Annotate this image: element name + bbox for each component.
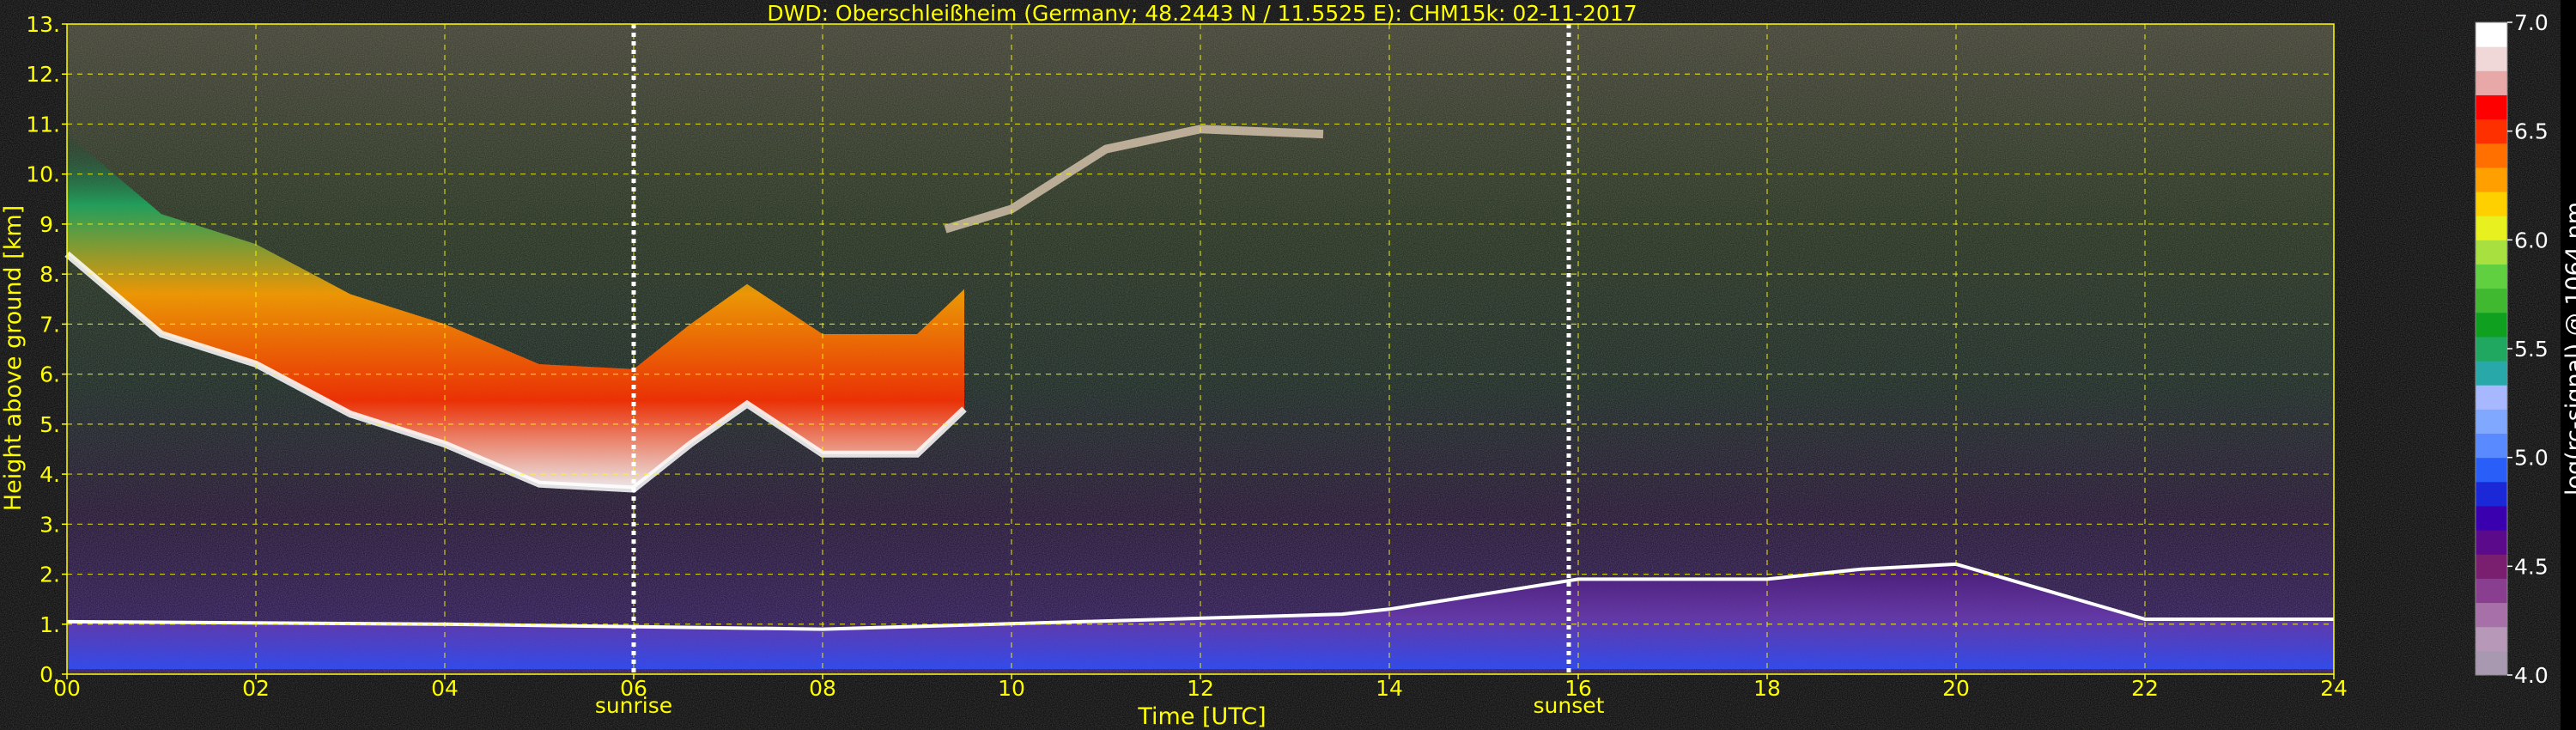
colorbar-segment [2476, 481, 2507, 507]
colorbar-segment [2476, 626, 2507, 652]
y-axis-label: Height above ground [km] [0, 205, 27, 511]
colorbar-segment [2476, 22, 2507, 47]
y-tick-label: 5. [39, 412, 60, 437]
colorbar-segment [2476, 385, 2507, 410]
colorbar-segment [2476, 192, 2507, 216]
colorbar-segment [2476, 554, 2507, 579]
colorbar-segment [2476, 167, 2507, 192]
x-tick-label: 12 [1187, 676, 1214, 701]
colorbar-segment [2476, 650, 2507, 676]
plot-area: sunrise sunset [64, 23, 2335, 718]
colorbar-tick-label: 5.5 [2514, 337, 2549, 362]
y-tick-label: 1. [39, 612, 60, 637]
colorbar-segment [2476, 216, 2507, 240]
colorbar-segment [2476, 264, 2507, 289]
colorbar-tick-label: 4.0 [2514, 663, 2549, 688]
colorbar-segment [2476, 361, 2507, 386]
y-tick-label: 11. [26, 112, 60, 137]
x-tick-label: 24 [2320, 676, 2348, 701]
colorbar-tick-label: 6.5 [2514, 119, 2549, 144]
colorbar-tick-label: 4.5 [2514, 554, 2549, 579]
colorbar-label: log(rc-signal) @ 1064 nm [2561, 202, 2576, 496]
colorbar-tick-label: 7.0 [2514, 10, 2549, 35]
x-tick-label: 20 [1942, 676, 1970, 701]
colorbar-segment [2476, 505, 2507, 531]
ceilometer-chart: sunrise sunset 00 02 04 06 08 10 12 14 16 18 20 22 24… [0, 1, 2576, 730]
colorbar-segment [2476, 119, 2507, 144]
y-tick-label: 7. [39, 312, 60, 337]
x-axis-ticks: 00 02 04 06 08 10 12 14 16 18 20 22 24 [53, 674, 2348, 701]
colorbar-segment [2476, 70, 2507, 95]
colorbar-tick-label: 6.0 [2514, 228, 2549, 252]
colorbar-segment [2476, 288, 2507, 313]
colorbar-ticks: 4.0 4.5 5.0 5.5 6.0 6.5 7.0 [2507, 10, 2549, 688]
x-tick-label: 22 [2131, 676, 2159, 701]
y-tick-label: 6. [39, 362, 60, 387]
colorbar-segment [2476, 602, 2507, 628]
y-tick-label: 9. [39, 212, 60, 237]
x-tick-label: 02 [242, 676, 270, 701]
colorbar-segment [2476, 530, 2507, 555]
colorbar-segment [2476, 409, 2507, 435]
x-tick-label: 04 [431, 676, 459, 701]
colorbar-segment [2476, 578, 2507, 604]
colorbar-segment [2476, 457, 2507, 483]
colorbar: 4.0 4.5 5.0 5.5 6.0 6.5 7.0 log(rc-signal) @ 1… [2475, 10, 2576, 688]
chart-title: DWD: Oberschleißheim (Germany; 48.2443 N… [767, 1, 1637, 26]
y-tick-label: 12. [26, 62, 60, 87]
x-tick-label: 16 [1564, 676, 1592, 701]
colorbar-segment [2476, 312, 2507, 338]
colorbar-segments [2476, 22, 2507, 676]
x-axis-label: Time [UTC] [1137, 703, 1266, 730]
x-tick-label: 10 [998, 676, 1025, 701]
colorbar-segment [2476, 143, 2507, 168]
colorbar-segment [2476, 240, 2507, 265]
y-tick-label: 13. [26, 12, 60, 37]
y-tick-label: 3. [39, 512, 60, 537]
y-tick-label: 4. [39, 462, 60, 487]
y-tick-label: 10. [26, 162, 60, 187]
x-tick-label: 14 [1376, 676, 1403, 701]
colorbar-segment [2476, 94, 2507, 120]
y-tick-label: 0. [39, 662, 60, 687]
colorbar-segment [2476, 336, 2507, 362]
colorbar-segment [2476, 433, 2507, 459]
colorbar-tick-label: 5.0 [2514, 446, 2549, 471]
y-axis-ticks: 0. 1. 2. 3. 4. 5. 6. 7. 8. 9. 10. 11. 12. 13. [26, 12, 67, 687]
x-tick-label: 18 [1753, 676, 1781, 701]
y-tick-label: 8. [39, 262, 60, 287]
y-tick-label: 2. [39, 563, 60, 587]
x-tick-label: 08 [809, 676, 836, 701]
colorbar-segment [2476, 46, 2507, 71]
x-tick-label: 06 [620, 676, 647, 701]
